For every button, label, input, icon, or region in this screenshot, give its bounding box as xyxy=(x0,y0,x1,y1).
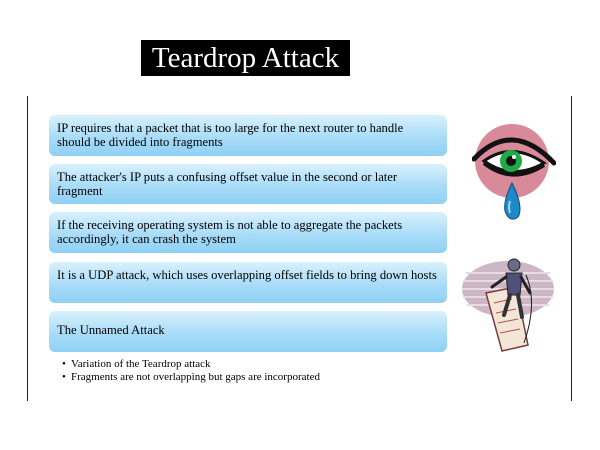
bullet-box-2: The attacker's IP puts a confusing offse… xyxy=(49,164,447,204)
bullet-dot: • xyxy=(62,358,66,370)
bullet-dot: • xyxy=(62,371,66,383)
right-divider-line xyxy=(571,96,572,401)
sub-bullet-list: • Variation of the Teardrop attack • Fra… xyxy=(62,358,320,384)
mountain-climber-icon xyxy=(462,258,554,352)
sub-bullet-item: • Variation of the Teardrop attack xyxy=(62,358,320,371)
crying-eye-icon xyxy=(472,124,556,220)
bullet-box-4: It is a UDP attack, which uses overlappi… xyxy=(49,262,447,303)
bullet-box-5: The Unnamed Attack xyxy=(49,311,447,352)
slide-title: Teardrop Attack xyxy=(141,40,350,76)
sub-bullet-text: Fragments are not overlapping but gaps a… xyxy=(71,371,320,383)
sub-bullet-item: • Fragments are not overlapping but gaps… xyxy=(62,371,320,384)
eye-glint xyxy=(512,155,516,159)
left-divider-line xyxy=(27,96,28,401)
climber-body xyxy=(505,272,523,296)
bullet-box-3: If the receiving operating system is not… xyxy=(49,212,447,253)
climber-head xyxy=(507,258,521,272)
bullet-box-1: IP requires that a packet that is too la… xyxy=(49,115,447,156)
sub-bullet-text: Variation of the Teardrop attack xyxy=(71,358,211,370)
tear-highlight xyxy=(508,200,511,214)
